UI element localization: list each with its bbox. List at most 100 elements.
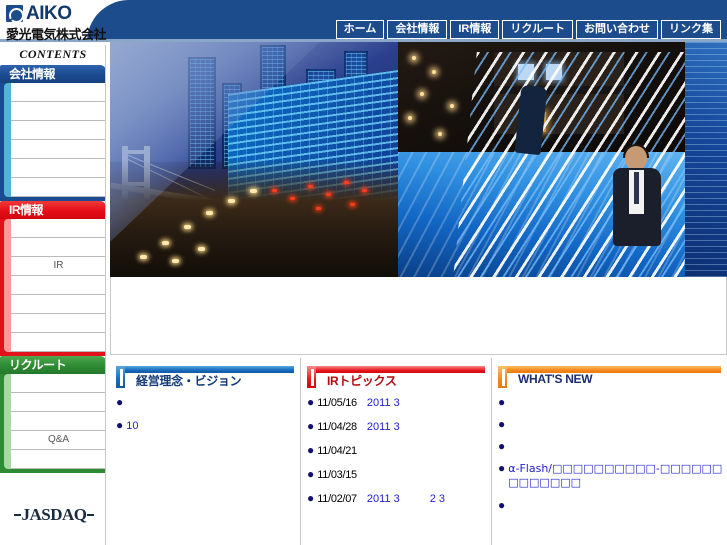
sidebar-item-ir-4[interactable]: [11, 276, 106, 295]
hero-lamp: [412, 56, 416, 60]
list-item[interactable]: ● α-Flash/□□□□□□□□□□-□□□□□□□□□□□□□: [498, 462, 727, 490]
hero-taillight: [362, 189, 367, 192]
nav-item-ir[interactable]: IR情報: [450, 20, 500, 39]
list-item[interactable]: ●: [116, 396, 300, 409]
ir-item-5-date: 11/02/07: [317, 493, 357, 505]
main-panel-blank-area: [111, 282, 726, 353]
panel-vision-title: 経営理念・ビジョン: [136, 374, 242, 388]
sidebar-rail-company: [0, 83, 11, 197]
ir-item-3-date: 11/04/21: [317, 445, 357, 457]
ir-item-1-link[interactable]: 2011 3: [367, 396, 400, 410]
sidebar-section-body-recruit: Q&A: [0, 374, 106, 469]
hero-lamp: [450, 104, 454, 108]
sidebar-contents-title: CONTENTS: [19, 47, 87, 61]
logo-text-en: AIKO: [26, 2, 72, 24]
hero-lamp: [420, 92, 424, 96]
ir-item-5-link[interactable]: 2011 3: [367, 492, 400, 506]
list-item[interactable]: ●: [498, 440, 727, 453]
sidebar-section-body-company: [0, 83, 106, 197]
sidebar-item-ir-6[interactable]: [11, 314, 106, 333]
nav-item-links[interactable]: リンク集: [661, 20, 721, 39]
whats-new-item-4-text[interactable]: α-Flash/□□□□□□□□□□-□□□□□□□□□□□□□: [508, 462, 727, 490]
hero-right-accent-strip: [685, 42, 727, 277]
panel-ir-list: ● 11/05/16 2011 3 ● 11/04/28 2011 3 ● 11…: [307, 396, 491, 506]
hero-lamp: [438, 132, 442, 136]
hero-taillight: [308, 185, 313, 188]
sidebar-item-ir-2[interactable]: [11, 238, 106, 257]
hero-taillight: [316, 207, 321, 210]
nav-item-contact[interactable]: お問い合わせ: [576, 20, 658, 39]
ir-item-5-link-secondary[interactable]: 2 3: [430, 492, 445, 506]
hero-businessman-figure: [609, 144, 667, 271]
bullet-icon: ●: [498, 439, 506, 453]
sidebar-foot-recruit: [0, 469, 106, 473]
jasdaq-logo[interactable]: JASDAQ: [8, 500, 100, 530]
panel-vision-header: 経営理念・ビジョン: [116, 366, 294, 392]
hero-headlight: [198, 247, 205, 251]
sidebar-item-ir-5[interactable]: [11, 295, 106, 314]
sidebar-item-recruit-5[interactable]: [11, 450, 106, 469]
sidebar-item-ir-3[interactable]: IR: [11, 257, 106, 276]
sidebar-item-ir-7[interactable]: [11, 333, 106, 352]
sidebar-item-company-2[interactable]: [11, 102, 106, 121]
jasdaq-dash-left-icon: [14, 514, 22, 516]
sidebar-item-recruit-qa[interactable]: Q&A: [11, 431, 106, 450]
sidebar-section-recruit: リクルート Q&A: [0, 356, 106, 473]
hero-headlight: [250, 189, 257, 193]
panel-vision-list: ● ● 10: [116, 396, 300, 433]
list-item[interactable]: ● 11/04/21: [307, 444, 491, 458]
panel-whats-new-list: ● ● ● ● α-Flash/□□□□□□□□□□-□□□□□□□□□□□□□…: [498, 396, 727, 512]
list-item[interactable]: ●: [498, 418, 727, 431]
sidebar-item-recruit-1[interactable]: [11, 374, 106, 393]
sidebar-item-company-5[interactable]: [11, 159, 106, 178]
panel-whats-new-title: WHAT'S NEW: [518, 372, 593, 386]
sidebar-item-company-6[interactable]: [11, 178, 106, 197]
main-navigation: ホーム 会社情報 IR情報 リクルート お問い合わせ リンク集: [335, 20, 721, 39]
sidebar-section-heading-recruit[interactable]: リクルート: [0, 356, 106, 374]
vision-item-2-text[interactable]: 10: [126, 419, 138, 433]
list-item[interactable]: ●: [498, 499, 727, 512]
page-root: AIKO 愛光電気株式会社 ホーム 会社情報 IR情報 リクルート お問い合わせ…: [0, 0, 727, 545]
nav-item-company[interactable]: 会社情報: [387, 20, 448, 39]
list-item[interactable]: ●: [498, 396, 727, 409]
panel-vision-header-notch: [120, 369, 123, 386]
sidebar-section-heading-ir[interactable]: IR情報: [0, 201, 106, 219]
hero-figure-head: [625, 146, 647, 170]
sidebar-item-company-1[interactable]: [11, 83, 106, 102]
sidebar-item-company-3[interactable]: [11, 121, 106, 140]
sidebar-item-company-4[interactable]: [11, 140, 106, 159]
list-item[interactable]: ● 11/04/28 2011 3: [307, 420, 491, 434]
panel-vision: 経営理念・ビジョン ● ● 10: [110, 358, 301, 545]
logo-row-primary: AIKO: [6, 3, 110, 23]
ir-item-1-date: 11/05/16: [317, 397, 357, 409]
panel-ir-topics: IRトピックス ● 11/05/16 2011 3 ● 11/04/28 201…: [301, 358, 492, 545]
sidebar-item-recruit-3[interactable]: [11, 412, 106, 431]
bullet-icon: ●: [498, 461, 506, 475]
hero-banner: [110, 42, 727, 282]
nav-item-home[interactable]: ホーム: [335, 20, 385, 39]
sidebar-section-heading-company[interactable]: 会社情報: [0, 65, 106, 83]
nav-item-recruit[interactable]: リクルート: [502, 20, 573, 39]
ir-item-2-link[interactable]: 2011 3: [367, 420, 400, 434]
sidebar-item-recruit-2[interactable]: [11, 393, 106, 412]
hero-lamp: [432, 70, 436, 74]
site-logo[interactable]: AIKO 愛光電気株式会社: [6, 3, 110, 42]
sidebar-item-ir-1[interactable]: [11, 219, 106, 238]
bullet-icon: ●: [498, 417, 506, 431]
list-item[interactable]: ● 11/02/07 2011 3 2 3: [307, 492, 491, 506]
bullet-icon: ●: [307, 491, 315, 505]
bullet-icon: ●: [498, 395, 506, 409]
hero-headlight: [206, 211, 213, 215]
list-item[interactable]: ● 10: [116, 419, 300, 433]
list-item[interactable]: ● 11/03/15: [307, 468, 491, 482]
bullet-icon: ●: [307, 443, 315, 457]
site-header: AIKO 愛光電気株式会社 ホーム 会社情報 IR情報 リクルート お問い合わせ…: [0, 0, 727, 42]
list-item[interactable]: ● 11/05/16 2011 3: [307, 396, 491, 410]
ir-item-4-date: 11/03/15: [317, 469, 357, 481]
bottom-panels: 経営理念・ビジョン ● ● 10 IRトピックス ● 11/05/16 2011…: [110, 358, 727, 545]
hero-pane-city: [110, 42, 398, 277]
hero-image: [110, 42, 685, 277]
sidebar-rail-recruit: [0, 374, 11, 469]
bullet-icon: ●: [307, 467, 315, 481]
bullet-icon: ●: [498, 498, 506, 512]
